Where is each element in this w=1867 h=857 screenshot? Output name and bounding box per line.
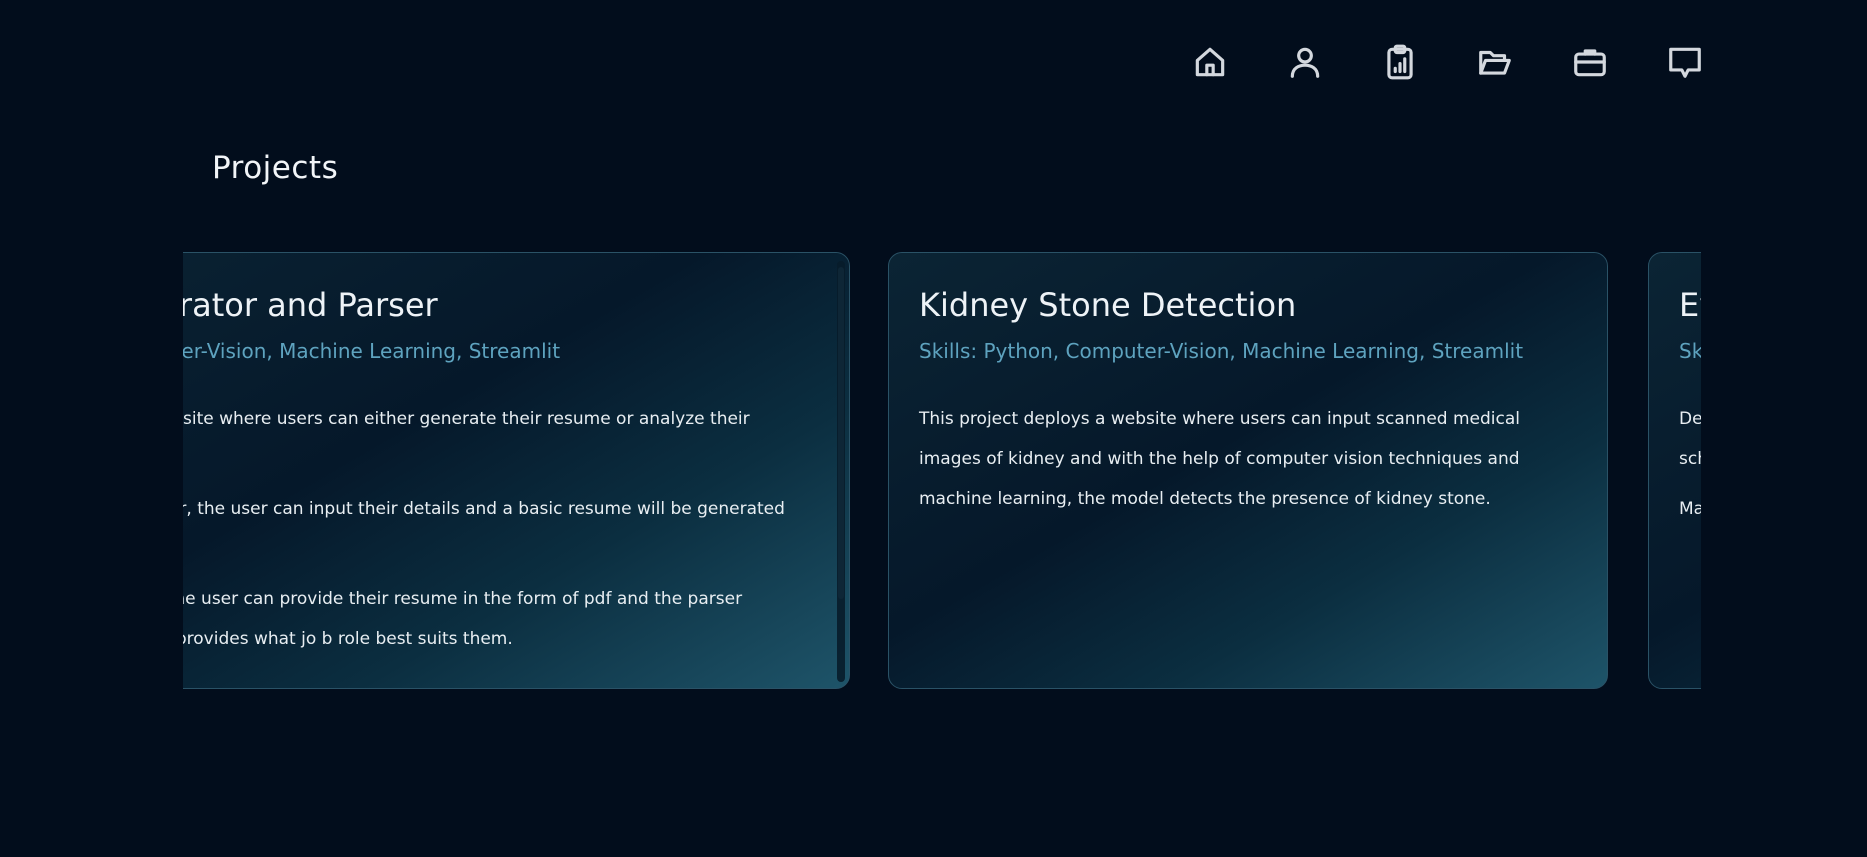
folder-open-icon [1476,43,1514,85]
project-title: Kidney Stone Detection [919,286,1297,324]
card-scrollbar[interactable] [837,261,845,682]
nav-skills[interactable] [1380,44,1420,84]
nav-about[interactable] [1285,44,1325,84]
page: Projects Resume Generator and Parser Ski… [0,0,1867,857]
project-skills: Sk [1679,339,1701,363]
chat-icon [1666,43,1704,85]
briefcase-icon [1571,43,1609,85]
project-description: This project deploys a website where use… [183,399,819,659]
description-paragraph: With the resume generator, the user can … [183,499,785,519]
project-description: This project deploys a website where use… [919,399,1577,519]
description-paragraph: Ma [1679,499,1701,519]
section-title: Projects [212,150,339,186]
nav-home[interactable] [1190,44,1230,84]
project-title: Resume Generator and Parser [183,286,438,324]
project-skills: Skills: Python, Computer-Vision, Machine… [183,339,561,363]
project-card-kidney[interactable]: Kidney Stone Detection Skills: Python, C… [888,252,1608,689]
nav-contact[interactable] [1665,44,1705,84]
project-title: Ev [1679,286,1701,324]
home-icon [1191,43,1229,85]
project-description: Dev sch Ma [1679,399,1701,529]
card-scrollbar-thumb[interactable] [838,267,844,599]
nav-experience[interactable] [1570,44,1610,84]
description-paragraph: This project deploys a website where use… [919,409,1520,509]
top-nav [1190,44,1705,84]
description-paragraph: Dev sch [1679,409,1701,469]
nav-projects[interactable] [1475,44,1515,84]
description-paragraph: This project deploys a website where use… [183,409,750,429]
clipboard-chart-icon [1381,43,1419,85]
project-card-resume[interactable]: Resume Generator and Parser Skills: Pyth… [183,252,850,689]
user-icon [1286,43,1324,85]
projects-carousel[interactable]: Resume Generator and Parser Skills: Pyth… [183,252,1701,691]
project-skills: Skills: Python, Computer-Vision, Machine… [919,339,1524,363]
project-card-partial[interactable]: Ev Sk Dev sch Ma [1648,252,1701,689]
description-paragraph: With the resume parser, the user can pro… [183,589,743,649]
